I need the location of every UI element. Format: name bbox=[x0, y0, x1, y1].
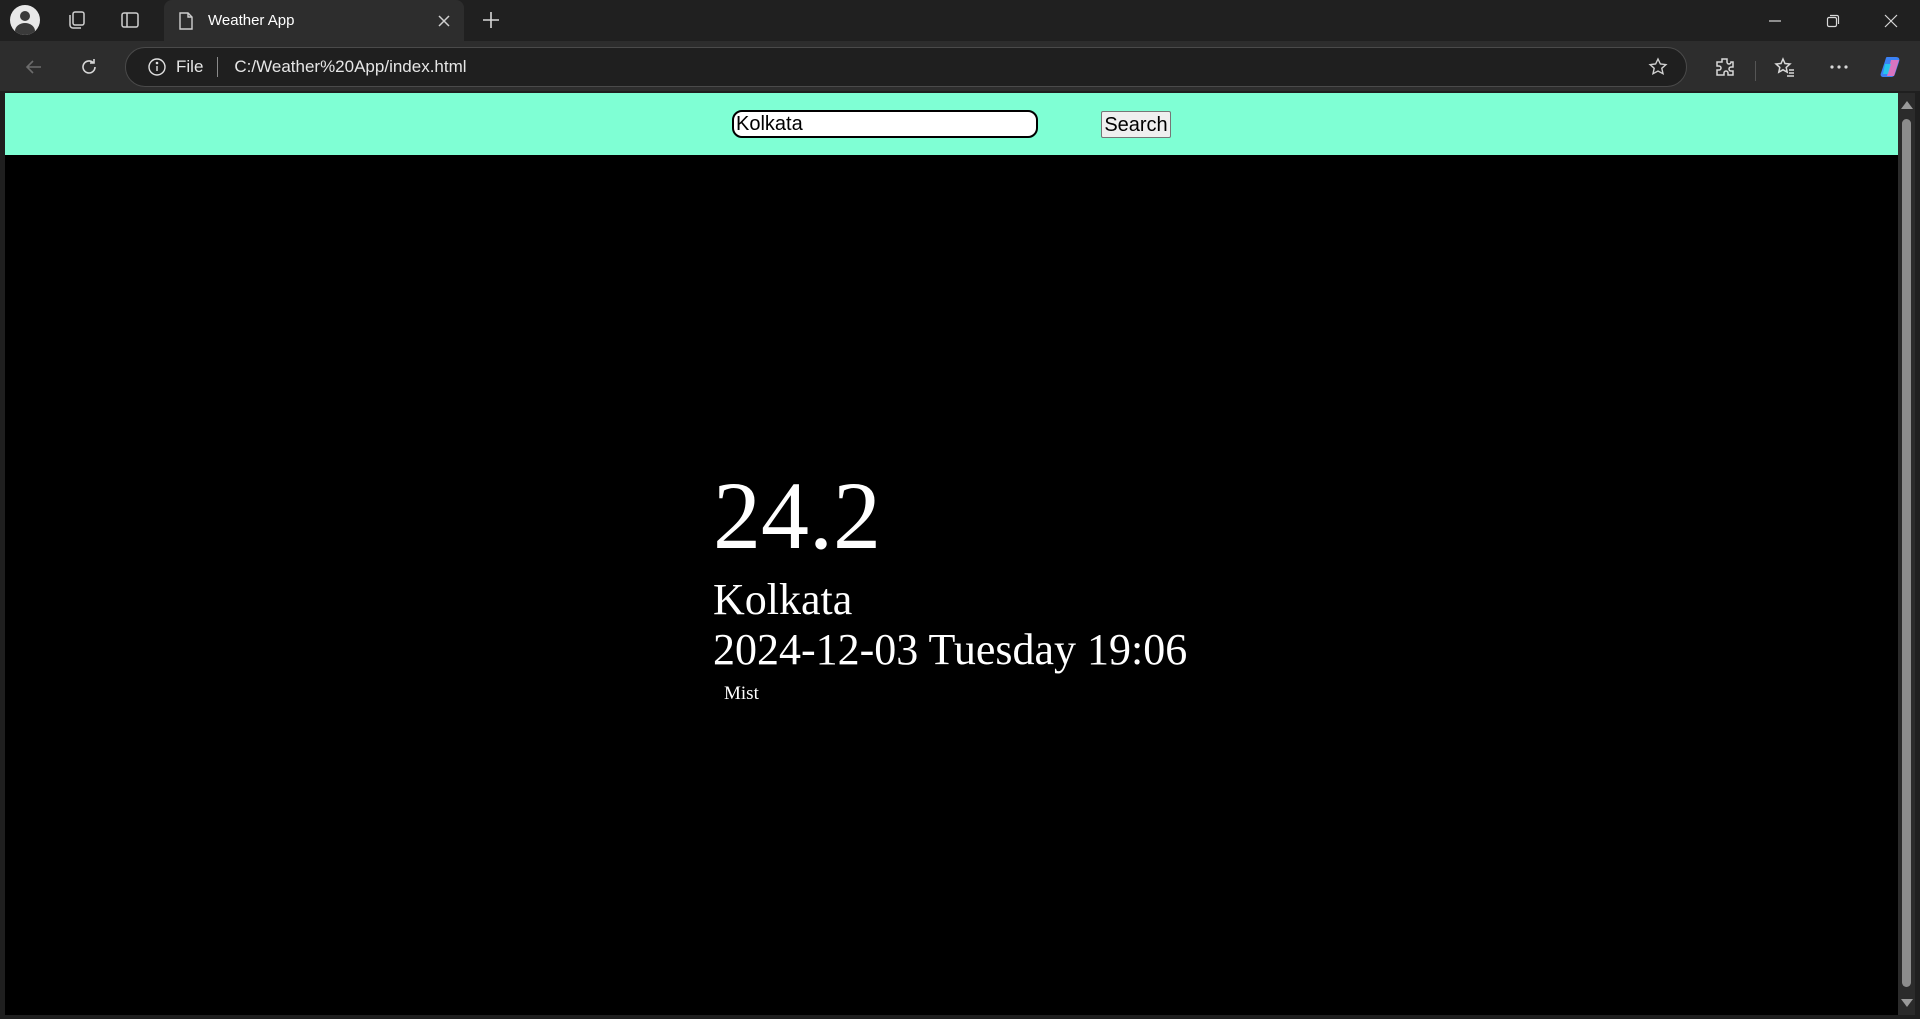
page-viewport: Search 24.2 Kolkata 2024-12-03 Tuesday 1… bbox=[5, 93, 1898, 1015]
weather-card: 24.2 Kolkata 2024-12-03 Tuesday 19:06 Mi… bbox=[713, 462, 1187, 705]
favorites-icon[interactable] bbox=[1768, 51, 1802, 83]
tab-title: Weather App bbox=[208, 12, 295, 29]
tab-actions-icon[interactable] bbox=[115, 5, 145, 35]
address-bar[interactable]: File C:/Weather%20App/index.html bbox=[125, 47, 1687, 87]
scroll-down-icon[interactable] bbox=[1901, 999, 1913, 1007]
city-search-input[interactable] bbox=[732, 110, 1038, 138]
minimize-icon[interactable] bbox=[1746, 0, 1804, 41]
temperature-value: 24.2 bbox=[713, 462, 881, 569]
reload-icon[interactable] bbox=[73, 51, 105, 83]
extensions-icon[interactable] bbox=[1708, 51, 1742, 83]
back-icon[interactable] bbox=[18, 51, 50, 83]
address-separator bbox=[217, 57, 219, 77]
profile-icon[interactable] bbox=[10, 5, 40, 35]
search-button[interactable]: Search bbox=[1101, 111, 1171, 138]
toolbar-divider bbox=[1755, 61, 1756, 81]
search-header: Search bbox=[5, 93, 1898, 155]
url-scheme-label: File bbox=[176, 57, 204, 76]
vertical-scrollbar[interactable] bbox=[1898, 93, 1915, 1015]
date-time: 2024-12-03 Tuesday 19:06 bbox=[713, 625, 1188, 674]
url-text[interactable]: C:/Weather%20App/index.html bbox=[234, 57, 1638, 77]
page-icon bbox=[176, 11, 196, 31]
star-icon[interactable] bbox=[1638, 51, 1678, 83]
info-icon[interactable] bbox=[146, 56, 168, 78]
browser-toolbar: File C:/Weather%20App/index.html bbox=[0, 41, 1920, 91]
city-name: Kolkata bbox=[713, 575, 853, 624]
plus-icon[interactable] bbox=[476, 5, 506, 35]
close-icon[interactable] bbox=[430, 7, 458, 35]
browser-tab[interactable]: Weather App bbox=[164, 0, 464, 41]
more-icon[interactable] bbox=[1822, 51, 1856, 83]
restore-icon[interactable] bbox=[1804, 0, 1862, 41]
copilot-icon[interactable] bbox=[1875, 51, 1909, 83]
weather-description: Mist bbox=[724, 683, 759, 704]
window-close-icon[interactable] bbox=[1862, 0, 1920, 41]
workspaces-icon[interactable] bbox=[62, 5, 92, 35]
title-bar: Weather App bbox=[0, 0, 1920, 41]
scroll-thumb[interactable] bbox=[1902, 119, 1911, 987]
scroll-up-icon[interactable] bbox=[1901, 101, 1913, 109]
